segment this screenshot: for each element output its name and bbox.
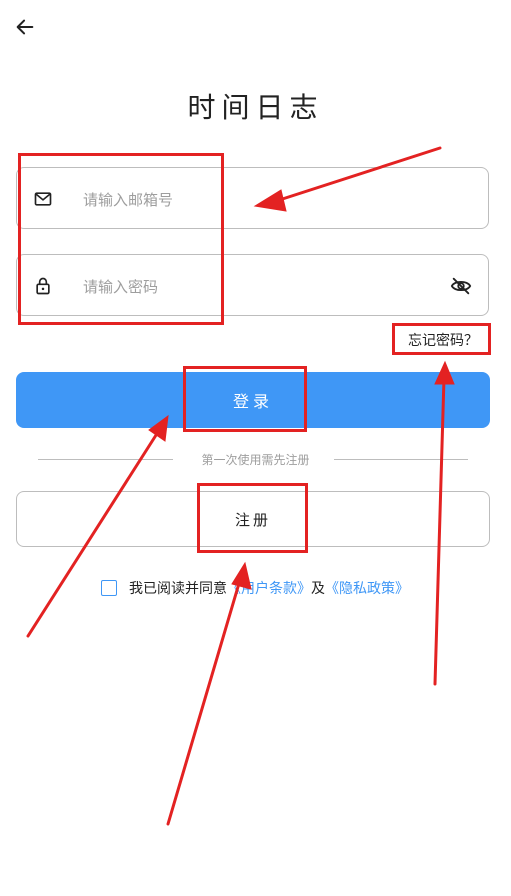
annotation-arrow-register (166, 578, 242, 826)
arrow-left-icon (16, 19, 34, 35)
annotation-box-inputs (18, 153, 224, 325)
agreement-row: 我已阅读并同意 《用户条款》 及 《隐私政策》 (101, 578, 409, 598)
terms-link[interactable]: 《用户条款》 (227, 578, 311, 598)
page-title: 时间日志 (187, 91, 324, 124)
agreement-prefix: 我已阅读并同意 (129, 581, 227, 597)
back-button[interactable] (10, 12, 40, 42)
eye-off-icon[interactable] (450, 275, 472, 297)
divider-line-right (334, 459, 468, 460)
annotation-box-login (183, 366, 307, 432)
annotation-box-register (197, 483, 308, 553)
annotation-box-forgot (392, 323, 491, 355)
agreement-checkbox[interactable] (101, 580, 117, 596)
privacy-link[interactable]: 《隐私政策》 (325, 578, 409, 598)
agreement-conjunction: 及 (311, 581, 325, 597)
annotation-arrows (26, 146, 455, 826)
